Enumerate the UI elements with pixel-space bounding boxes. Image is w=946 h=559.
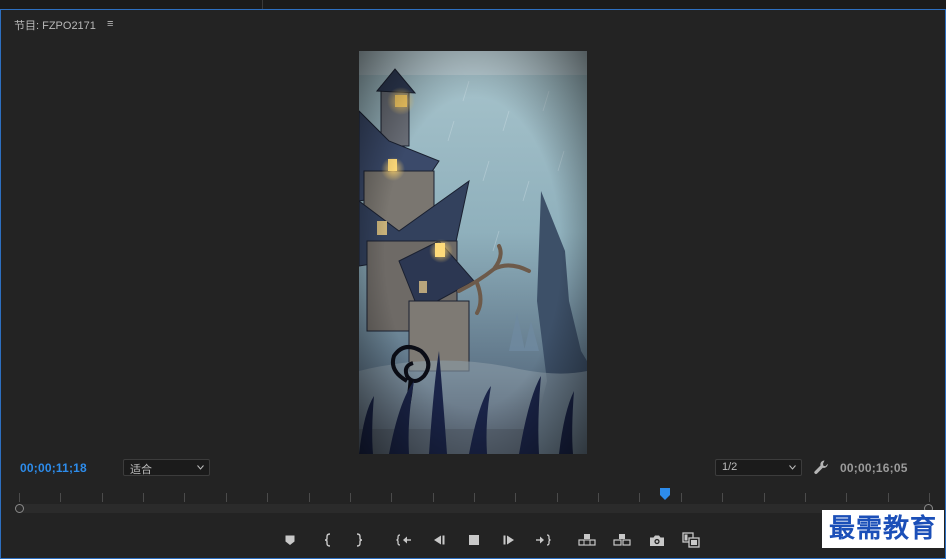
- in-point-handle[interactable]: [15, 504, 24, 513]
- step-forward-button[interactable]: [498, 529, 520, 551]
- mark-in-icon: [324, 533, 331, 547]
- mark-in-button[interactable]: [317, 529, 339, 551]
- stop-button[interactable]: [463, 529, 485, 551]
- camera-icon: [650, 535, 664, 546]
- ruler-tick: [350, 493, 351, 502]
- ruler-tick: [102, 493, 103, 502]
- ruler-tick: [888, 493, 889, 502]
- ruler-tick: [143, 493, 144, 502]
- video-preview: [359, 51, 587, 454]
- chevron-down-icon: [197, 465, 204, 470]
- mark-out-icon: [356, 533, 363, 547]
- ruler-tick: [598, 493, 599, 502]
- ruler-tick: [19, 493, 20, 502]
- panel-menu-icon[interactable]: ≡: [107, 18, 113, 30]
- top-strip: [0, 0, 946, 9]
- transport-controls: [1, 526, 946, 554]
- ruler-tick: [805, 493, 806, 502]
- stop-icon: [469, 535, 479, 545]
- lift-icon: [578, 534, 596, 546]
- step-back-button[interactable]: [428, 529, 450, 551]
- go-to-out-button[interactable]: [532, 529, 554, 551]
- step-back-icon: [434, 535, 445, 545]
- ruler-tick: [226, 493, 227, 502]
- resolution-select-value: 1/2: [722, 461, 738, 473]
- chevron-down-icon: [789, 465, 796, 470]
- extract-icon: [613, 534, 631, 546]
- duration-timecode: 00;00;16;05: [840, 461, 908, 475]
- ruler-tick: [515, 493, 516, 502]
- ruler-tick: [557, 493, 558, 502]
- extract-button[interactable]: [611, 529, 633, 551]
- program-monitor-panel: 节目: FZPO2171 ≡ 00;00;11;18 适合 1/2 00;00;…: [0, 9, 946, 559]
- lift-button[interactable]: [576, 529, 598, 551]
- ruler-tick: [639, 493, 640, 502]
- panel-title[interactable]: 节目: FZPO2171: [14, 17, 96, 33]
- ruler-tick: [764, 493, 765, 502]
- go-to-in-button[interactable]: [393, 529, 415, 551]
- export-frame-button[interactable]: [646, 529, 668, 551]
- add-marker-button[interactable]: [279, 529, 301, 551]
- video-frame-image: [359, 51, 587, 454]
- mark-out-button[interactable]: [348, 529, 370, 551]
- zoom-select-value: 适合: [130, 464, 152, 476]
- go-to-out-icon: [536, 534, 551, 546]
- work-area-bar[interactable]: [14, 504, 934, 513]
- wrench-icon[interactable]: [813, 459, 830, 476]
- work-area-zone: [19, 504, 929, 513]
- ruler-tick: [846, 493, 847, 502]
- zoom-select[interactable]: 适合: [123, 459, 210, 476]
- divider: [262, 0, 263, 9]
- ruler-tick: [474, 493, 475, 502]
- watermark-text: 最需教育: [822, 510, 944, 548]
- ruler-tick: [929, 493, 930, 502]
- ruler-tick: [184, 493, 185, 502]
- time-ruler[interactable]: [14, 488, 934, 502]
- ruler-tick: [391, 493, 392, 502]
- go-to-in-icon: [396, 534, 411, 546]
- playhead-marker[interactable]: [659, 487, 671, 501]
- ruler-tick: [433, 493, 434, 502]
- marker-icon: [285, 535, 295, 545]
- step-forward-icon: [503, 535, 514, 545]
- ruler-tick: [60, 493, 61, 502]
- ruler-tick: [681, 493, 682, 502]
- current-timecode[interactable]: 00;00;11;18: [20, 461, 87, 475]
- compare-view-button[interactable]: [680, 529, 702, 551]
- resolution-select[interactable]: 1/2: [715, 459, 802, 476]
- compare-icon: [682, 532, 700, 548]
- ruler-tick: [722, 493, 723, 502]
- ruler-tick: [309, 493, 310, 502]
- ruler-tick: [267, 493, 268, 502]
